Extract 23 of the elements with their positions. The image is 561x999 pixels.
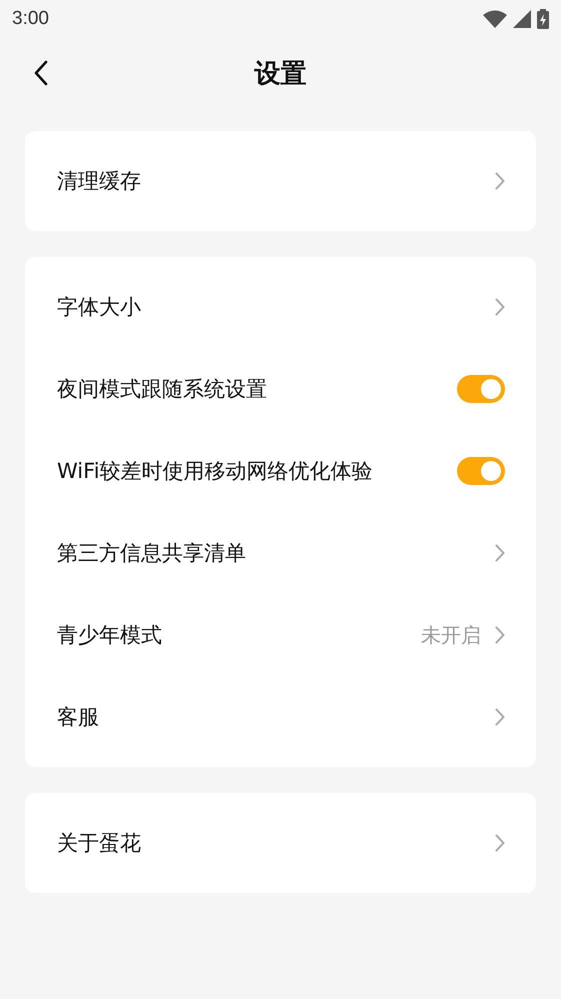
battery-icon [537,9,549,29]
status-time: 3:00 [12,8,49,30]
chevron-right-icon [495,834,505,852]
toggle-switch[interactable] [457,457,505,485]
setting-label[interactable]: 关于蛋花 [57,829,495,857]
setting-label[interactable]: 字体大小 [57,293,495,321]
chevron-right-icon [495,298,505,316]
back-icon[interactable] [34,60,48,86]
chevron-right-icon [495,708,505,726]
setting-label[interactable]: 清理缓存 [57,167,495,195]
chevron-right-icon [495,544,505,562]
setting-label[interactable]: WiFi较差时使用移动网络优化体验 [57,457,457,485]
wifi-icon [483,10,507,28]
setting-label[interactable]: 第三方信息共享清单 [57,539,495,567]
setting-label[interactable]: 夜间模式跟随系统设置 [57,375,457,403]
toggle-switch[interactable] [457,375,505,403]
chevron-right-icon [495,172,505,190]
setting-label[interactable]: 客服 [57,703,495,731]
chevron-right-icon [495,626,505,644]
signal-icon [513,10,531,28]
page-title: 设置 [254,58,306,90]
setting-label[interactable]: 青少年模式 [57,621,421,649]
setting-value: 未开启 [421,622,481,648]
